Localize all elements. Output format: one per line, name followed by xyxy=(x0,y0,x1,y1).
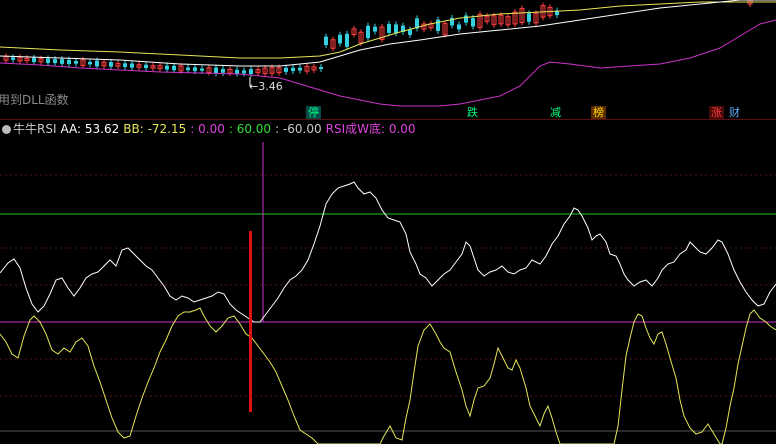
indicator-header: 牛牛RSI AA: 53.62 BB: -72.15: 0.00: 60.00: -… xyxy=(0,121,420,137)
badge-finance[interactable]: 财 xyxy=(727,106,742,120)
stock-chart-window[interactable]: 用到DLL函数 ←3.46 停 跌 减 榜 涨 财 牛牛RSI AA: 53.62… xyxy=(0,0,776,444)
badge-fall[interactable]: 跌 xyxy=(465,106,480,120)
panel-divider xyxy=(0,119,776,120)
dll-function-label: 用到DLL函数 xyxy=(0,93,69,107)
ma-line-white xyxy=(0,0,776,67)
gear-icon[interactable] xyxy=(2,125,11,134)
bb-value: BB: -72.15 xyxy=(123,122,187,136)
w-bottom-signal-bar xyxy=(249,231,252,412)
badge-ranking[interactable]: 榜 xyxy=(591,106,606,120)
badge-reduce[interactable]: 减 xyxy=(548,106,563,120)
rsi-indicator-panel[interactable] xyxy=(0,138,776,444)
price-chart[interactable] xyxy=(0,0,776,120)
badge-halt[interactable]: 停 xyxy=(306,106,321,120)
badge-rise[interactable]: 涨 xyxy=(709,106,724,120)
indicator-title[interactable]: 牛牛RSI xyxy=(13,122,57,136)
grid-dotted-lines xyxy=(0,174,776,397)
value-1: : 0.00 xyxy=(190,122,225,136)
aa-line xyxy=(0,181,776,323)
aa-value: AA: 53.62 xyxy=(60,122,120,136)
value-minus-60: : -60.00 xyxy=(275,122,322,136)
low-price-label: ←3.46 xyxy=(249,80,283,93)
rsi-w-bottom-signal: RSI成W底: 0.00 xyxy=(325,122,416,136)
bb-line xyxy=(0,307,776,444)
value-60: : 60.00 xyxy=(228,122,272,136)
